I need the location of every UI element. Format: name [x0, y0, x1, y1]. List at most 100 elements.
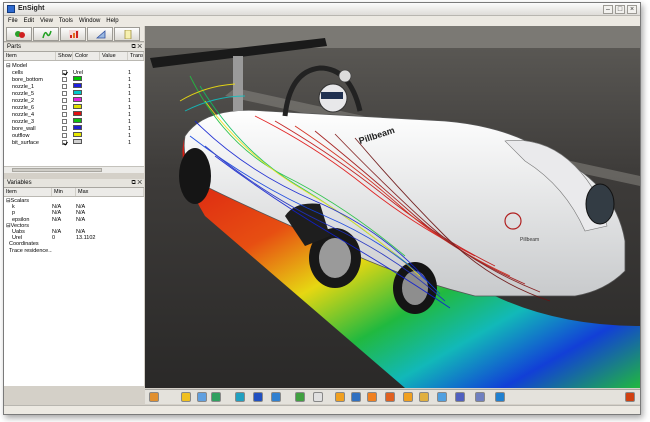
col-item[interactable]: Item [4, 188, 52, 196]
show-checkbox[interactable] [62, 119, 67, 124]
color-swatch[interactable] [73, 90, 82, 95]
panel-float-close-icons[interactable]: ⧉ ✕ [131, 179, 142, 188]
view-tool-button[interactable] [625, 392, 635, 402]
col-max[interactable]: Max [76, 188, 144, 196]
color-swatch[interactable] [73, 132, 82, 137]
part-trans: 1 [128, 76, 132, 83]
show-checkbox[interactable] [62, 98, 67, 103]
view-tool-button[interactable] [403, 392, 413, 402]
part-row[interactable]: nozzle_6 1 [4, 104, 144, 111]
view-tool-button[interactable] [295, 392, 305, 402]
part-trans: 1 [128, 90, 132, 97]
part-row[interactable]: outflow 1 [4, 132, 144, 139]
view-tool-button[interactable] [437, 392, 447, 402]
maximize-button[interactable]: □ [615, 5, 625, 14]
col-value[interactable]: Value [100, 52, 128, 60]
view-tool-button[interactable] [253, 392, 263, 402]
menu-view[interactable]: View [40, 18, 53, 24]
variables-list: ⊟Scalars k N/A N/A p N/A N/A epsilon N/A N/A ⊟Vect… [4, 198, 144, 254]
part-row[interactable]: bore_wall 1 [4, 125, 144, 132]
part-color[interactable]: Urel [73, 70, 100, 76]
view-tool-button[interactable] [235, 392, 245, 402]
show-checkbox[interactable] [62, 140, 67, 145]
annotate-mode-button[interactable] [87, 27, 113, 41]
color-swatch[interactable] [73, 111, 82, 116]
part-color[interactable] [73, 125, 100, 132]
show-checkbox[interactable] [62, 105, 67, 110]
view-tool-button[interactable] [271, 392, 281, 402]
part-row[interactable]: bore_bottom 1 [4, 76, 144, 83]
part-color[interactable] [73, 104, 100, 111]
menu-edit[interactable]: Edit [24, 18, 34, 24]
title-bar[interactable]: EnSight – □ × [4, 3, 640, 16]
part-color[interactable] [73, 139, 100, 146]
menu-window[interactable]: Window [79, 18, 100, 24]
part-row[interactable]: nozzle_5 1 [4, 90, 144, 97]
col-min[interactable]: Min [52, 188, 76, 196]
col-color[interactable]: Color [73, 52, 100, 60]
menu-file[interactable]: File [8, 18, 18, 24]
view-tool-button[interactable] [385, 392, 395, 402]
color-swatch[interactable] [73, 139, 82, 144]
parts-mode-button[interactable] [6, 27, 32, 41]
col-trans[interactable]: Trans [128, 52, 144, 60]
minimize-button[interactable]: – [603, 5, 613, 14]
view-tool-button[interactable] [455, 392, 465, 402]
part-color[interactable] [73, 90, 100, 97]
view-tool-button[interactable] [313, 392, 323, 402]
panel-float-close-icons[interactable]: ⧉ ✕ [131, 43, 142, 52]
close-button[interactable]: × [627, 5, 637, 14]
collapse-icon[interactable]: ⊟ [6, 63, 11, 69]
menu-help[interactable]: Help [106, 18, 118, 24]
part-row[interactable]: cells Urel 1 [4, 69, 144, 76]
view-tool-button[interactable] [149, 392, 159, 402]
part-name: nozzle_5 [12, 90, 35, 97]
part-trans: 1 [128, 69, 132, 76]
annotate-icon [96, 30, 106, 39]
part-color[interactable] [73, 83, 100, 90]
part-color[interactable] [73, 97, 100, 104]
variables-mode-button[interactable] [33, 27, 59, 41]
view-tool-button[interactable] [419, 392, 429, 402]
part-row[interactable]: nozzle_2 1 [4, 97, 144, 104]
show-checkbox[interactable] [62, 77, 67, 82]
part-row[interactable]: nozzle_1 1 [4, 83, 144, 90]
part-color[interactable] [73, 118, 100, 125]
menu-tools[interactable]: Tools [59, 18, 73, 24]
show-checkbox[interactable] [62, 84, 67, 89]
view-tool-button[interactable] [211, 392, 221, 402]
view-tool-button[interactable] [351, 392, 361, 402]
color-swatch[interactable] [73, 76, 82, 81]
notes-mode-button[interactable] [114, 27, 140, 41]
view-tool-button[interactable] [335, 392, 345, 402]
show-checkbox[interactable] [62, 112, 67, 117]
plot-mode-button[interactable] [60, 27, 86, 41]
color-swatch[interactable] [73, 97, 82, 102]
show-checkbox[interactable] [62, 91, 67, 96]
part-color[interactable] [73, 132, 100, 139]
color-swatch[interactable] [73, 125, 82, 130]
graphics-viewport[interactable]: Pillbeam Pillbeam [145, 26, 640, 388]
variable-name: Uabs [12, 229, 25, 236]
col-item[interactable]: Item [4, 52, 56, 60]
show-checkbox[interactable] [62, 133, 67, 138]
parts-horizontal-scrollbar[interactable] [4, 166, 144, 173]
color-swatch[interactable] [73, 118, 82, 123]
tree-group-model[interactable]: ⊟ Model [4, 62, 144, 69]
color-swatch[interactable] [73, 83, 82, 88]
view-tool-button[interactable] [475, 392, 485, 402]
color-swatch[interactable] [73, 104, 82, 109]
show-checkbox[interactable] [62, 70, 67, 75]
part-row[interactable]: nozzle_3 1 [4, 118, 144, 125]
part-row[interactable]: bit_surface 1 [4, 139, 144, 146]
view-tool-button[interactable] [197, 392, 207, 402]
view-tool-button[interactable] [367, 392, 377, 402]
variable-row[interactable]: Trace residence.... [4, 248, 144, 254]
part-row[interactable]: nozzle_4 1 [4, 111, 144, 118]
part-color[interactable] [73, 76, 100, 83]
part-color[interactable] [73, 111, 100, 118]
view-tool-button[interactable] [181, 392, 191, 402]
view-tool-button[interactable] [495, 392, 505, 402]
show-checkbox[interactable] [62, 126, 67, 131]
col-show[interactable]: Show [56, 52, 73, 60]
